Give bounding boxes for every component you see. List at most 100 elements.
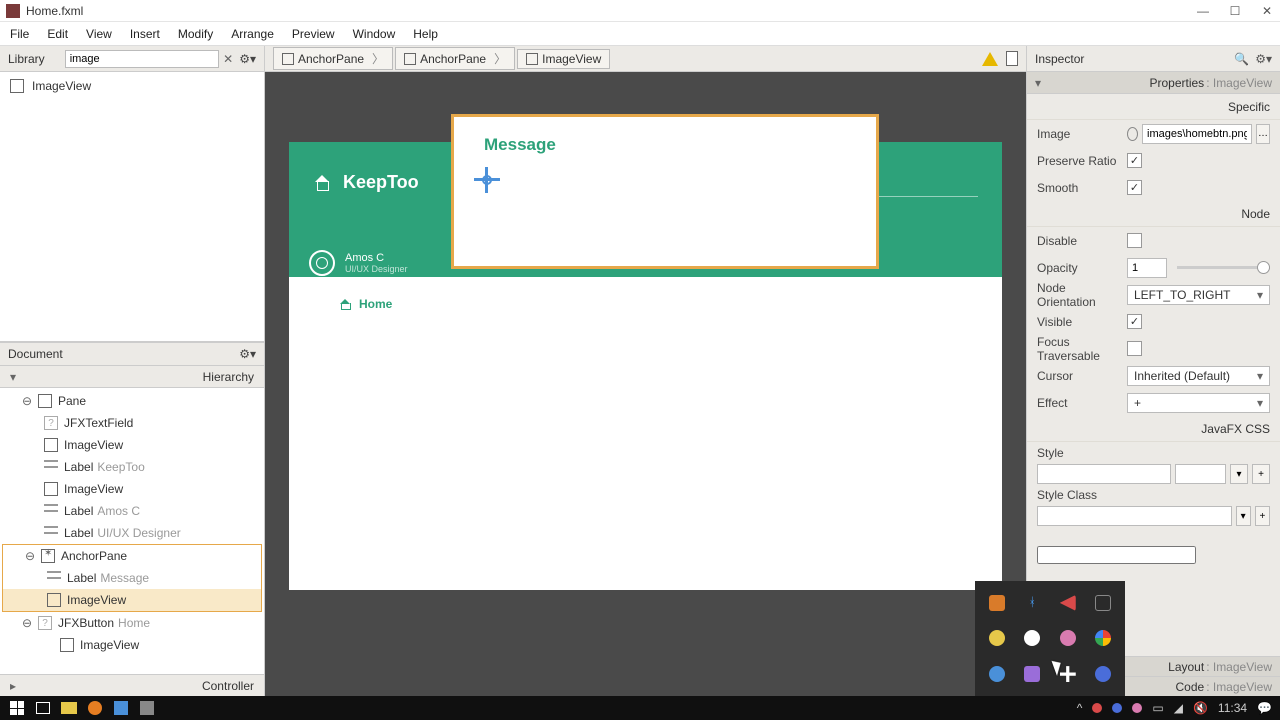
breadcrumb-item[interactable]: AnchorPane〉	[395, 47, 515, 70]
chrome-icon[interactable]	[1095, 630, 1111, 646]
library-search[interactable]	[65, 50, 219, 68]
tray-icon[interactable]	[1095, 666, 1111, 682]
system-tray-popup[interactable]: ᚼ	[975, 581, 1125, 696]
visible-checkbox[interactable]	[1127, 314, 1142, 329]
opacity-input[interactable]	[1127, 258, 1167, 278]
tray-icon[interactable]	[1112, 703, 1122, 713]
minimize-button[interactable]: —	[1196, 4, 1210, 18]
clock[interactable]: 11:34	[1218, 701, 1247, 715]
menu-preview[interactable]: Preview	[292, 27, 335, 41]
menu-edit[interactable]: Edit	[47, 27, 68, 41]
tree-row[interactable]: Label Message	[3, 567, 261, 589]
orientation-dropdown[interactable]: LEFT_TO_RIGHT▾	[1127, 285, 1270, 305]
properties-section-header[interactable]: ▾ Properties : ImageView	[1027, 72, 1280, 94]
message-card-selected[interactable]: Message	[451, 114, 879, 269]
tray-icon[interactable]	[1095, 595, 1111, 611]
menu-help[interactable]: Help	[413, 27, 438, 41]
style-class-input[interactable]	[1037, 506, 1232, 526]
design-canvas[interactable]: KeepToo Search Amos C UI/UX Designer	[265, 72, 1026, 696]
tree-row-anchorpane[interactable]: ⊖ ✶ AnchorPane	[3, 545, 261, 567]
task-view-button[interactable]	[30, 697, 56, 719]
clear-search-icon[interactable]: ✕	[223, 52, 233, 66]
maximize-button[interactable]: ☐	[1228, 4, 1242, 18]
tray-icon[interactable]	[1060, 630, 1076, 646]
cursor-dropdown[interactable]: Inherited (Default)▾	[1127, 366, 1270, 386]
tray-icon[interactable]	[1092, 703, 1102, 713]
menu-window[interactable]: Window	[353, 27, 396, 41]
tree-row[interactable]: ImageView	[0, 478, 264, 500]
preserve-ratio-checkbox[interactable]	[1127, 153, 1142, 168]
menu-file[interactable]: File	[10, 27, 29, 41]
hierarchy-toggle-icon[interactable]: ▾	[10, 370, 16, 384]
battery-icon[interactable]: ▭	[1152, 701, 1163, 715]
menu-insert[interactable]: Insert	[130, 27, 160, 41]
breadcrumb-item[interactable]: ImageView	[517, 49, 610, 69]
search-button[interactable]	[82, 697, 108, 719]
controller-toggle-icon[interactable]: ▸	[10, 679, 16, 693]
focus-checkbox[interactable]	[1127, 341, 1142, 356]
tree-row-selected[interactable]: ImageView	[3, 589, 261, 611]
tray-icon[interactable]	[989, 630, 1005, 646]
tree-row[interactable]: Label Amos C	[0, 500, 264, 522]
file-explorer-button[interactable]	[56, 697, 82, 719]
tray-icon[interactable]	[1060, 595, 1076, 611]
inspector-menu-icon[interactable]: ⚙▾	[1255, 52, 1272, 66]
library-search-input[interactable]	[70, 53, 214, 65]
menu-modify[interactable]: Modify	[178, 27, 213, 41]
smooth-checkbox[interactable]	[1127, 180, 1142, 195]
library-item-imageview[interactable]: ImageView	[0, 76, 264, 96]
label-icon	[47, 571, 61, 585]
taskbar[interactable]: ^ ▭ ◢ 🔇 11:34 💬	[0, 696, 1280, 720]
volume-icon[interactable]: 🔇	[1193, 701, 1208, 715]
tray-icon[interactable]	[1024, 630, 1040, 646]
disclosure-icon[interactable]: ⊖	[22, 394, 32, 408]
style-value-input[interactable]	[1175, 464, 1226, 484]
browse-button[interactable]: …	[1256, 124, 1270, 144]
start-button[interactable]	[4, 697, 30, 719]
app-preview[interactable]: KeepToo Search Amos C UI/UX Designer	[289, 142, 1002, 590]
tray-icon[interactable]	[1132, 703, 1142, 713]
nav-home-button[interactable]: Home	[339, 297, 392, 311]
prop-cursor: Cursor Inherited (Default)▾	[1027, 362, 1280, 389]
effect-dropdown[interactable]: +▾	[1127, 393, 1270, 413]
library-menu-icon[interactable]: ⚙▾	[239, 52, 256, 66]
tree-row[interactable]: ImageView	[0, 634, 264, 656]
tray-icon[interactable]	[989, 595, 1005, 611]
disable-checkbox[interactable]	[1127, 233, 1142, 248]
tray-icon[interactable]	[1024, 666, 1040, 682]
close-button[interactable]: ✕	[1260, 4, 1274, 18]
taskbar-app[interactable]	[134, 697, 160, 719]
style-key-input[interactable]	[1037, 464, 1171, 484]
disclosure-icon[interactable]: ⊖	[22, 616, 32, 630]
taskbar-app[interactable]	[108, 697, 134, 719]
menu-view[interactable]: View	[86, 27, 112, 41]
tree-row-pane[interactable]: ⊖ Pane	[0, 390, 264, 412]
document-menu-icon[interactable]: ⚙▾	[239, 347, 256, 361]
tree-row[interactable]: Label KeepToo	[0, 456, 264, 478]
hierarchy-header[interactable]: ▾ Hierarchy	[0, 366, 264, 388]
section-toggle-icon[interactable]: ▾	[1035, 76, 1041, 90]
menu-arrange[interactable]: Arrange	[231, 27, 274, 41]
bluetooth-icon[interactable]: ᚼ	[1024, 595, 1040, 611]
image-path-input[interactable]	[1142, 124, 1252, 144]
tree-row[interactable]: ImageView	[0, 434, 264, 456]
controller-section[interactable]: ▸ Controller	[0, 674, 264, 696]
style-class-menu-button[interactable]: ▾	[1236, 506, 1251, 526]
wifi-icon[interactable]: ◢	[1174, 701, 1183, 715]
tray-expand-icon[interactable]: ^	[1077, 701, 1083, 715]
breadcrumb-item[interactable]: AnchorPane〉	[273, 47, 393, 70]
opacity-slider[interactable]	[1177, 266, 1270, 269]
warning-icon[interactable]	[982, 52, 998, 66]
style-add-button[interactable]: +	[1252, 464, 1270, 484]
notifications-icon[interactable]: 💬	[1257, 701, 1272, 715]
search-icon[interactable]: 🔍	[1234, 52, 1249, 66]
tray-icon[interactable]	[989, 666, 1005, 682]
style-menu-button[interactable]: ▾	[1230, 464, 1248, 484]
tree-row[interactable]: ? JFXTextField	[0, 412, 264, 434]
style-class-add-button[interactable]: +	[1255, 506, 1270, 526]
css-file-icon[interactable]	[1006, 51, 1018, 66]
tree-row-jfxbutton[interactable]: ⊖ ? JFXButton Home	[0, 612, 264, 634]
disclosure-icon[interactable]: ⊖	[25, 549, 35, 563]
stylesheet-input[interactable]	[1037, 546, 1196, 564]
tree-row[interactable]: Label UI/UX Designer	[0, 522, 264, 544]
